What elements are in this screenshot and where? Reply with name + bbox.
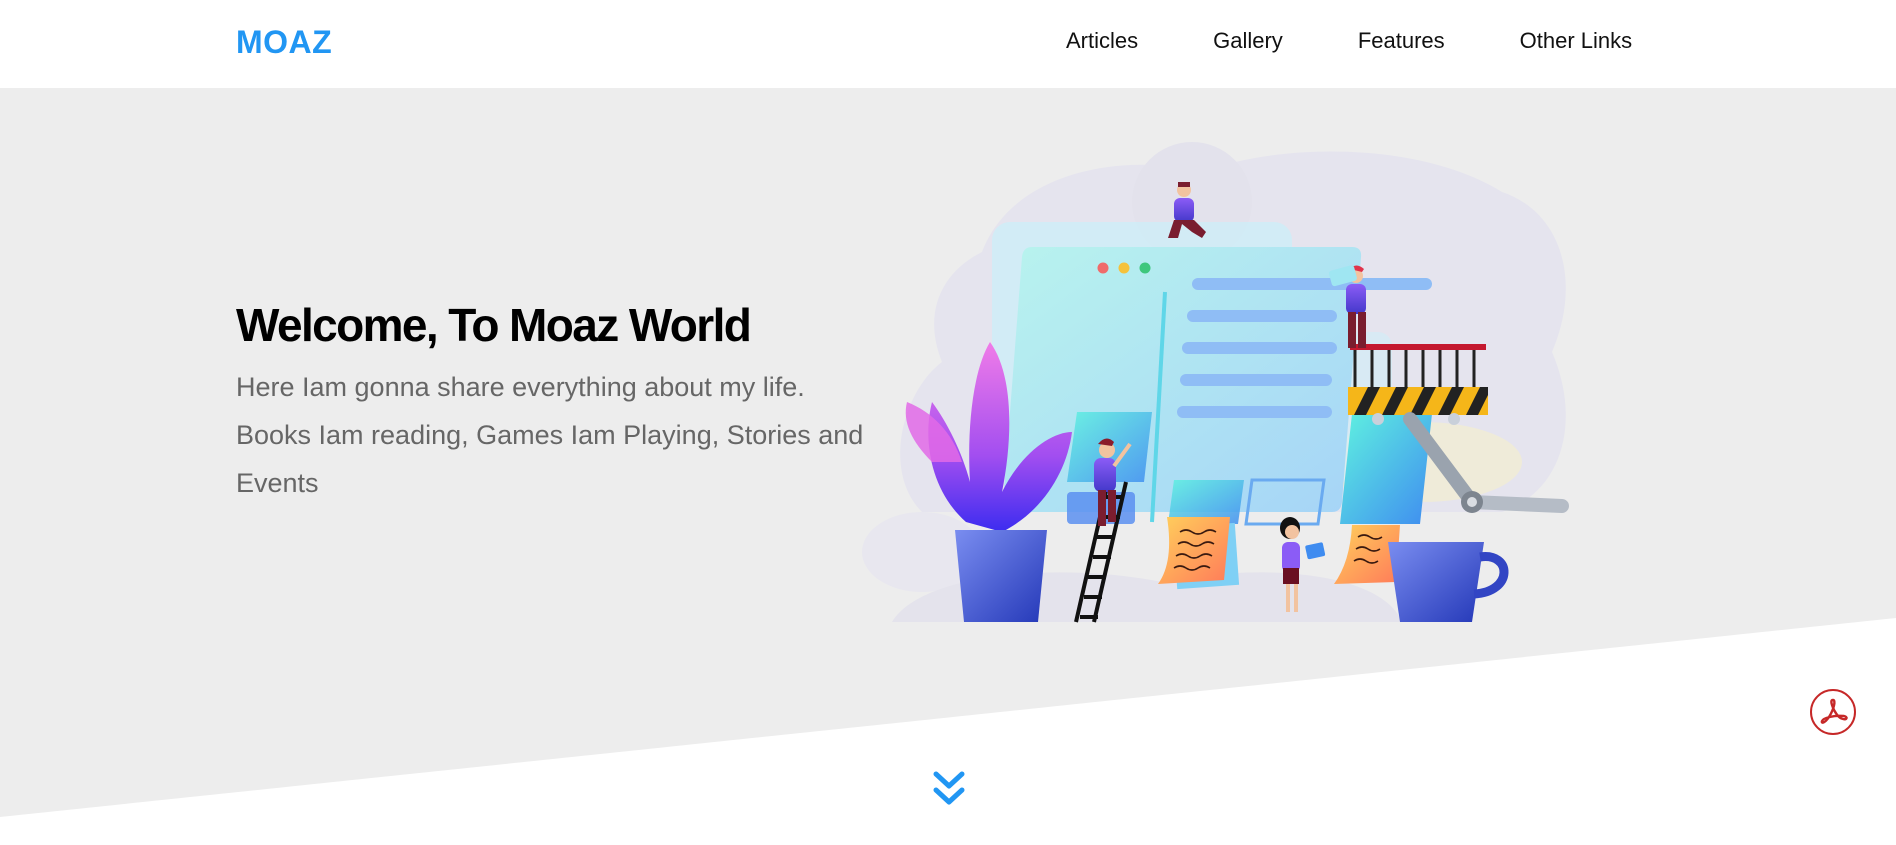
double-chevron-down-icon[interactable] [932, 770, 966, 808]
acrobat-pdf-icon [1820, 698, 1848, 724]
site-header: MOAZ Articles Gallery Features Other Lin… [0, 0, 1896, 88]
hero-description: Here Iam gonna share everything about my… [236, 372, 864, 499]
hero-title: Welcome, To Moaz World [236, 299, 752, 351]
main-nav: Articles Gallery Features Other Links [1066, 28, 1632, 54]
hero-section: Welcome, To Moaz World Here Iam gonna sh… [0, 88, 1896, 845]
nav-link-gallery[interactable]: Gallery [1213, 28, 1283, 54]
site-logo[interactable]: MOAZ [236, 24, 332, 61]
nav-link-articles[interactable]: Articles [1066, 28, 1138, 54]
pdf-button[interactable] [1810, 689, 1856, 735]
hero-intro: Welcome, To Moaz World Here Iam gonna sh… [236, 298, 876, 507]
website-construction-illustration [862, 142, 1569, 623]
nav-link-other-links[interactable]: Other Links [1520, 28, 1633, 54]
nav-link-features[interactable]: Features [1358, 28, 1445, 54]
